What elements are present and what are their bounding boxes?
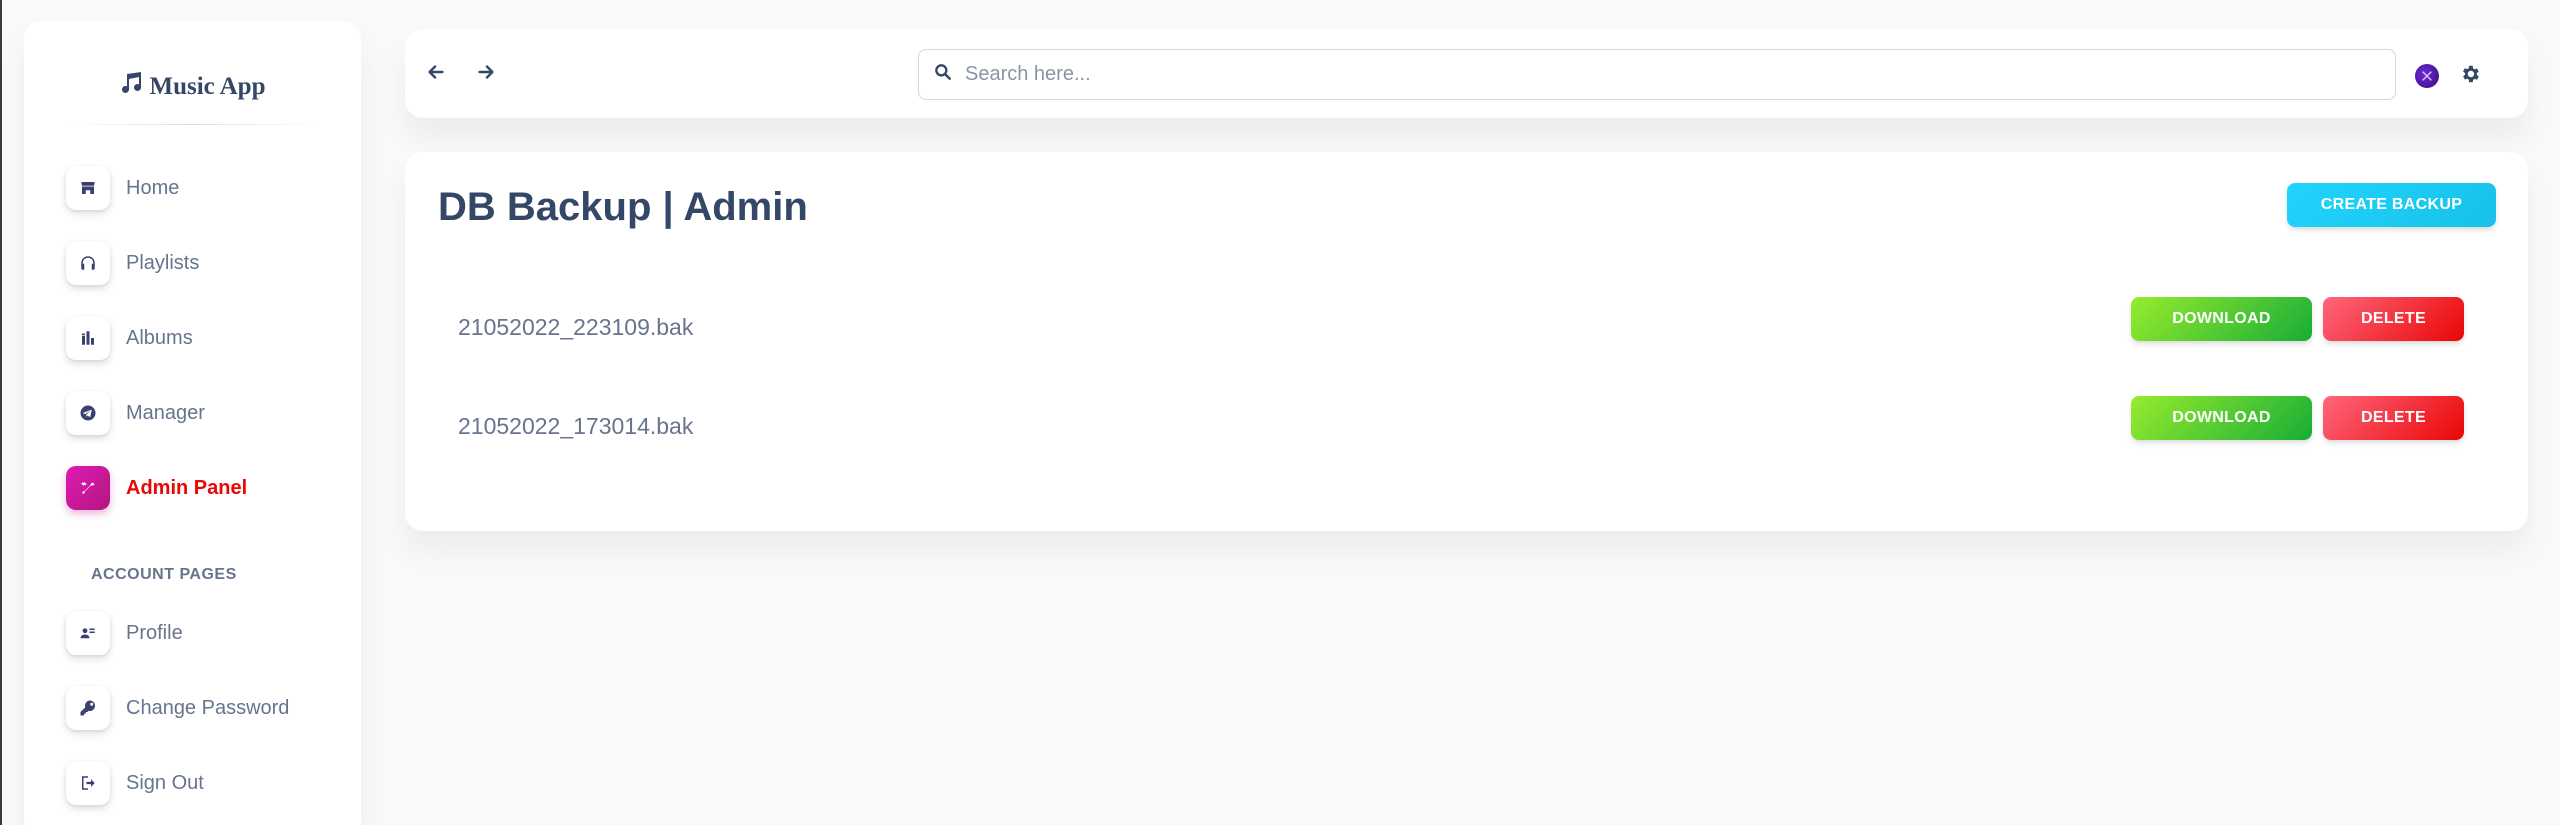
section-heading-account: ACCOUNT PAGES	[91, 566, 237, 583]
sidebar-item-home[interactable]: Home	[66, 166, 179, 210]
delete-button[interactable]: DELETE	[2323, 396, 2464, 440]
delete-button[interactable]: DELETE	[2323, 297, 2464, 341]
brand-divider	[64, 124, 321, 125]
backup-row: 21052022_223109.bak DOWNLOAD DELETE	[405, 297, 2528, 357]
gear-icon	[2459, 65, 2481, 89]
sidebar-item-label: Home	[126, 176, 180, 199]
sidebar-item-label: Change Password	[126, 696, 290, 719]
download-button[interactable]: DOWNLOAD	[2131, 297, 2312, 341]
sidebar-item-change-password[interactable]: Change Password	[66, 686, 289, 730]
forward-button[interactable]	[471, 59, 501, 89]
page-title: DB Backup | Admin	[438, 185, 808, 229]
backup-file-name: 21052022_223109.bak	[458, 314, 694, 340]
sidebar-item-label: Profile	[126, 621, 183, 644]
sidebar-item-playlists[interactable]: Playlists	[66, 241, 199, 285]
telegram-icon	[66, 391, 110, 435]
brand[interactable]: Music App	[24, 71, 361, 102]
download-button[interactable]: DOWNLOAD	[2131, 396, 2312, 440]
search-box[interactable]	[918, 49, 2396, 100]
sidebar-item-admin-panel[interactable]: Admin Panel	[66, 466, 247, 510]
headphones-icon	[66, 241, 110, 285]
backup-card: DB Backup | Admin CREATE BACKUP 21052022…	[405, 152, 2528, 531]
back-button[interactable]	[421, 59, 451, 89]
sidebar-item-label: Playlists	[126, 251, 200, 274]
window-edge	[0, 0, 2, 825]
sidebar-item-label: Sign Out	[126, 771, 204, 794]
avatar[interactable]	[2415, 64, 2439, 88]
sidebar-item-label: Manager	[126, 401, 205, 424]
avatar-icon	[2422, 71, 2432, 81]
sign-out-icon	[66, 761, 110, 805]
user-card-icon	[66, 611, 110, 655]
shop-icon	[66, 166, 110, 210]
sidebar-item-manager[interactable]: Manager	[66, 391, 205, 435]
albums-icon	[66, 316, 110, 360]
create-backup-button[interactable]: CREATE BACKUP	[2287, 183, 2496, 227]
sidebar-item-albums[interactable]: Albums	[66, 316, 193, 360]
top-navbar	[405, 29, 2528, 118]
brand-name: Music App	[149, 72, 266, 100]
sidebar-item-label: Admin Panel	[126, 476, 248, 499]
search-input[interactable]	[965, 63, 2365, 86]
sidebar-item-profile[interactable]: Profile	[66, 611, 183, 655]
arrow-right-icon	[475, 61, 497, 88]
sidebar-item-sign-out[interactable]: Sign Out	[66, 761, 204, 805]
music-note-icon	[119, 71, 143, 102]
backup-row: 21052022_173014.bak DOWNLOAD DELETE	[405, 396, 2528, 456]
tools-icon	[66, 466, 110, 510]
sidebar: Music App Home Playlists Albums Manager …	[24, 21, 361, 825]
sidebar-item-label: Albums	[126, 326, 193, 349]
search-icon	[919, 62, 953, 87]
key-icon	[66, 686, 110, 730]
settings-button[interactable]	[2459, 63, 2483, 87]
backup-file-name: 21052022_173014.bak	[458, 413, 694, 439]
arrow-left-icon	[425, 61, 447, 88]
